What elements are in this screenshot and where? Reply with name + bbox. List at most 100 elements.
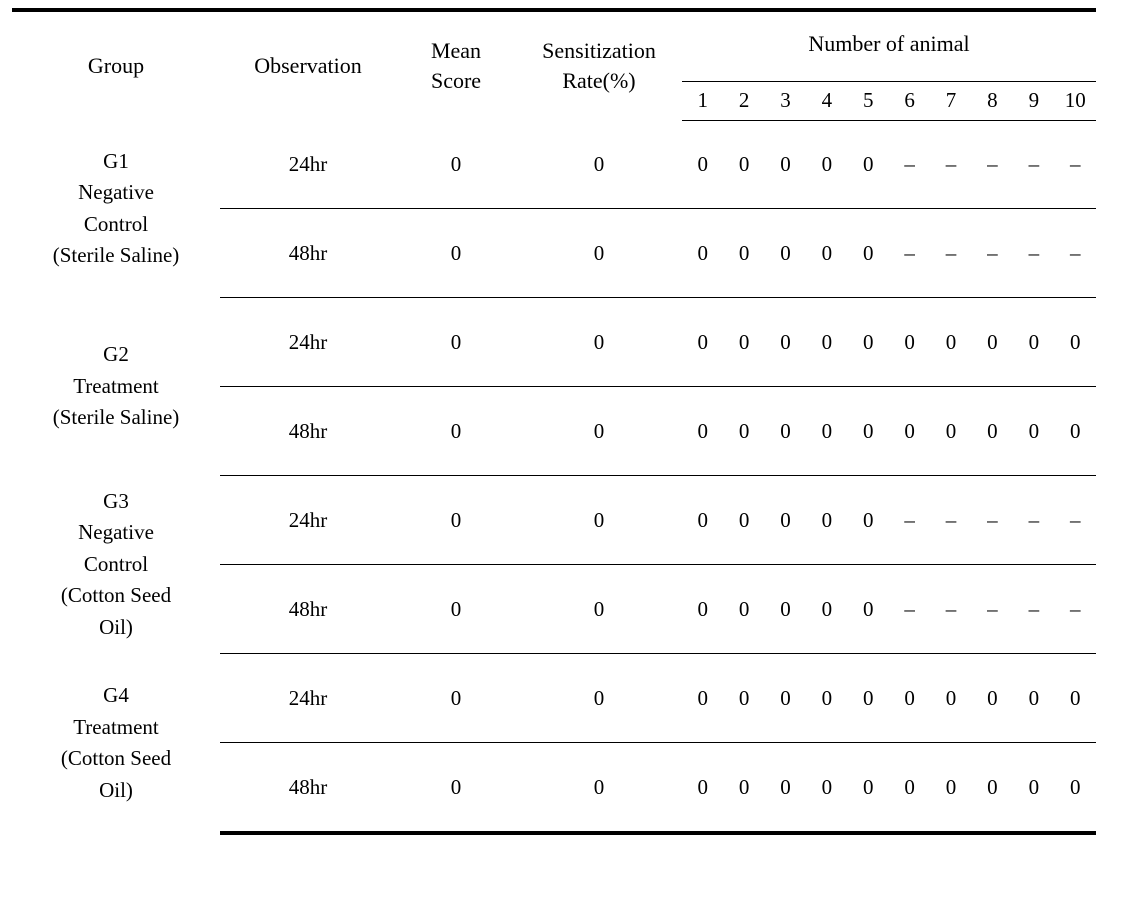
document-page: Group Observation Mean Score Sensitizati… xyxy=(0,0,1128,909)
animal-value-1: 0 xyxy=(682,653,724,743)
animal-value-5: 0 xyxy=(847,742,889,835)
animal-value-4: 0 xyxy=(806,208,848,298)
animal-value-2: 0 xyxy=(723,297,765,387)
header-animal-10: 10 xyxy=(1054,81,1096,121)
header-animal-7: 7 xyxy=(930,81,972,121)
group-label-g2: G2 Treatment (Sterile Saline) xyxy=(12,298,220,476)
header-number-of-animal: Number of animal xyxy=(682,8,1096,82)
animal-value-8: 0 xyxy=(971,386,1014,476)
group-label-line: G3 xyxy=(103,488,129,513)
animal-value-7: 0 xyxy=(930,742,972,835)
animal-value-1: 0 xyxy=(682,120,724,209)
sensitization-rate-cell: 0 xyxy=(516,653,682,743)
animal-value-5: 0 xyxy=(847,208,889,298)
animal-value-4: 0 xyxy=(806,120,848,209)
animal-value-10: – xyxy=(1054,475,1096,565)
animal-value-6: 0 xyxy=(888,386,931,476)
animal-value-4: 0 xyxy=(806,742,848,835)
animal-value-2: 0 xyxy=(723,208,765,298)
animal-value-8: – xyxy=(971,564,1014,654)
animal-value-10: 0 xyxy=(1054,386,1096,476)
animal-value-7: 0 xyxy=(930,386,972,476)
animal-value-2: 0 xyxy=(723,386,765,476)
animal-value-8: – xyxy=(971,475,1014,565)
mean-score-cell: 0 xyxy=(396,120,516,209)
animal-value-3: 0 xyxy=(764,564,807,654)
observation-cell: 24hr xyxy=(220,297,396,387)
group-label-line: (Cotton Seed xyxy=(60,583,172,608)
animal-value-2: 0 xyxy=(723,653,765,743)
animal-value-9: – xyxy=(1013,564,1055,654)
animal-value-7: – xyxy=(930,564,972,654)
observation-cell: 24hr xyxy=(220,475,396,565)
sensitization-rate-cell: 0 xyxy=(516,386,682,476)
header-row-titles: Group Observation Mean Score Sensitizati… xyxy=(12,8,1096,120)
animal-value-1: 0 xyxy=(682,297,724,387)
animal-value-3: 0 xyxy=(764,120,807,209)
animal-value-8: 0 xyxy=(971,297,1014,387)
animal-value-10: – xyxy=(1054,564,1096,654)
animal-value-10: 0 xyxy=(1054,653,1096,743)
animal-value-2: 0 xyxy=(723,742,765,835)
table-body: G1 Negative Control (Sterile Saline) 24hr 0 0 0… xyxy=(12,120,1096,835)
animal-value-7: – xyxy=(930,120,972,209)
animal-value-1: 0 xyxy=(682,386,724,476)
animal-value-5: 0 xyxy=(847,120,889,209)
header-animal-4: 4 xyxy=(806,81,848,121)
animal-value-7: 0 xyxy=(930,653,972,743)
table-row: G2 Treatment (Sterile Saline) 24hr 0 0 0 0 0 0 0 0 0… xyxy=(12,297,1096,429)
header-animal-3: 3 xyxy=(764,81,807,121)
header-sensitization-line2: Rate(%) xyxy=(562,68,636,93)
group-label-line: Oil) xyxy=(99,614,133,639)
animal-value-7: 0 xyxy=(930,297,972,387)
header-sensitization-rate: Sensitization Rate(%) xyxy=(516,8,682,120)
animal-value-6: 0 xyxy=(888,297,931,387)
animal-value-2: 0 xyxy=(723,120,765,209)
header-mean-score-line1: Mean xyxy=(430,38,482,64)
mean-score-cell: 0 xyxy=(396,386,516,476)
header-observation: Observation xyxy=(220,8,396,120)
group-label-line: Control xyxy=(83,551,149,576)
animal-value-6: – xyxy=(888,208,931,298)
header-sensitization-line1: Sensitization xyxy=(542,38,656,64)
animal-value-5: 0 xyxy=(847,475,889,565)
animal-value-6: – xyxy=(888,564,931,654)
table-row: G1 Negative Control (Sterile Saline) 24hr 0 0 0… xyxy=(12,120,1096,267)
animal-value-9: 0 xyxy=(1013,653,1055,743)
animal-value-6: 0 xyxy=(888,742,931,835)
sensitization-rate-cell: 0 xyxy=(516,475,682,565)
sensitization-rate-cell: 0 xyxy=(516,742,682,835)
header-animal-6: 6 xyxy=(888,81,931,121)
group-label-line: G2 xyxy=(103,342,129,367)
animal-value-9: 0 xyxy=(1013,297,1055,387)
sensitization-rate-cell: 0 xyxy=(516,297,682,387)
header-mean-score-line2: Score xyxy=(430,68,482,93)
animal-value-5: 0 xyxy=(847,653,889,743)
group-label-line: Treatment xyxy=(73,714,159,739)
animal-value-3: 0 xyxy=(764,386,807,476)
sensitization-rate-cell: 0 xyxy=(516,564,682,654)
animal-value-9: – xyxy=(1013,475,1055,565)
animal-value-7: – xyxy=(930,475,972,565)
table-header: Group Observation Mean Score Sensitizati… xyxy=(12,8,1096,121)
animal-value-3: 0 xyxy=(764,208,807,298)
animal-value-3: 0 xyxy=(764,653,807,743)
animal-value-8: 0 xyxy=(971,653,1014,743)
animal-value-10: 0 xyxy=(1054,297,1096,387)
group-label-line: Treatment xyxy=(73,373,159,398)
header-animal-5: 5 xyxy=(847,81,889,121)
observation-cell: 24hr xyxy=(220,120,396,209)
animal-value-10: – xyxy=(1054,208,1096,298)
observation-cell: 48hr xyxy=(220,386,396,476)
group-label-g3: G3 Negative Control (Cotton Seed Oil) xyxy=(12,476,220,654)
animal-value-2: 0 xyxy=(723,564,765,654)
header-animal-1: 1 xyxy=(682,81,724,121)
animal-value-1: 0 xyxy=(682,742,724,835)
animal-value-9: – xyxy=(1013,120,1055,209)
group-label-line: (Sterile Saline) xyxy=(52,243,180,268)
animal-value-6: – xyxy=(888,120,931,209)
header-group: Group xyxy=(12,8,220,120)
mean-score-cell: 0 xyxy=(396,208,516,298)
animal-value-3: 0 xyxy=(764,742,807,835)
group-label-line: Negative xyxy=(78,180,154,205)
